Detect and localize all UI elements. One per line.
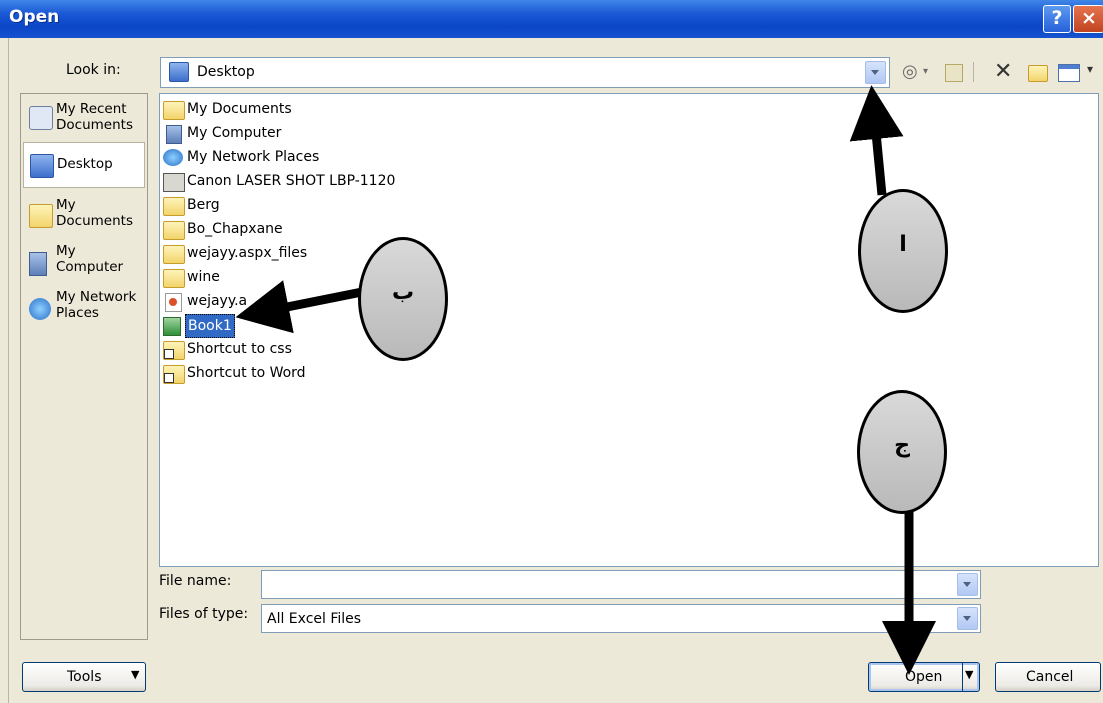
annotation-circle-jeem: ج	[857, 390, 947, 514]
arrow-to-book1	[235, 280, 363, 334]
annotation-label: ج	[894, 433, 910, 458]
annotation-arrows	[235, 85, 936, 675]
annotation-circle-alif: ا	[858, 189, 948, 313]
annotation-circle-ba: ب	[358, 237, 448, 361]
annotation-label: ا	[899, 232, 907, 257]
annotation-label: ب	[391, 280, 415, 305]
arrow-to-look-in-dropdown	[849, 85, 904, 196]
